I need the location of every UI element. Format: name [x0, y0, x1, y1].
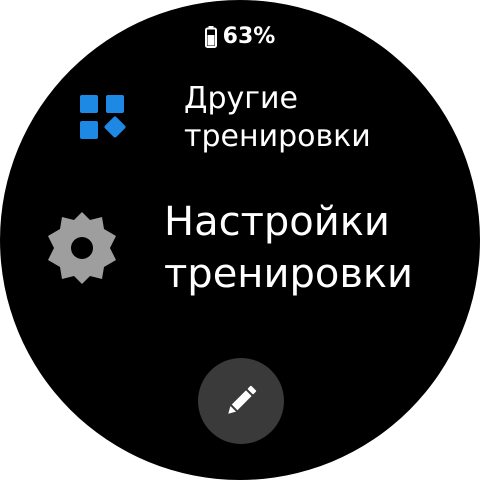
menu-item-other-workouts[interactable]: Другие тренировки: [78, 80, 371, 155]
menu-item-label: Другие тренировки: [184, 81, 371, 154]
watch-screen: 63% Другие тренировки Настройки трениров…: [0, 0, 480, 480]
grid-shapes-icon: [78, 93, 128, 143]
battery-percent: 63%: [222, 24, 276, 49]
battery-icon: [204, 25, 217, 48]
status-bar: 63%: [0, 24, 480, 49]
gear-icon: [42, 208, 122, 288]
edit-button[interactable]: [198, 358, 284, 444]
menu-item-label: Настройки тренировки: [164, 199, 414, 297]
menu-item-workout-settings[interactable]: Настройки тренировки: [42, 196, 413, 300]
pencil-icon: [228, 385, 257, 414]
